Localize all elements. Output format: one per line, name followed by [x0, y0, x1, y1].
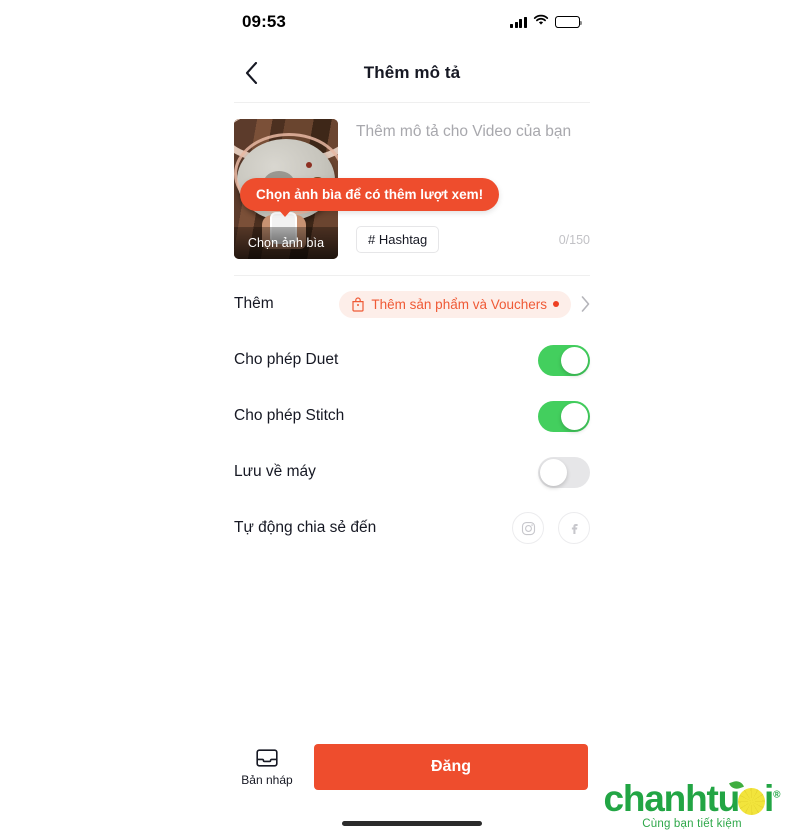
- status-bar: 09:53: [216, 0, 608, 44]
- status-bar-time: 09:53: [242, 12, 286, 31]
- row-label-save-device: Lưu về máy: [234, 463, 316, 480]
- page-title: Thêm mô tả: [363, 63, 461, 82]
- settings-rows: Thêm Thêm sản phẩm và Vouchers Cho phép …: [216, 276, 608, 556]
- toggle-allow-duet[interactable]: [538, 344, 590, 376]
- row-label-add: Thêm: [234, 295, 274, 312]
- toggle-knob: [540, 458, 567, 486]
- row-allow-duet: Cho phép Duet: [234, 332, 590, 388]
- lime-icon: [729, 779, 765, 815]
- back-button[interactable]: [234, 56, 268, 90]
- inbox-tray-icon: [256, 748, 278, 767]
- battery-icon: [555, 16, 582, 28]
- watermark-brand-part2: i: [764, 778, 774, 819]
- home-indicator: [342, 821, 482, 826]
- watermark-brand: chanhtu i®: [603, 778, 781, 819]
- row-allow-stitch: Cho phép Stitch: [234, 388, 590, 444]
- draft-label: Bản nháp: [241, 772, 293, 787]
- cover-tooltip[interactable]: Chọn ảnh bìa để có thêm lượt xem!: [240, 178, 500, 217]
- toggle-knob: [561, 346, 588, 374]
- watermark-registered: ®: [773, 789, 781, 801]
- auto-share-targets: [512, 512, 590, 544]
- phone-screen: 09:53 Thêm mô tả Chọn ảnh bìa Thêm mô tả…: [216, 0, 608, 836]
- instagram-share-button[interactable]: [512, 512, 544, 544]
- toggle-save-to-device[interactable]: [538, 456, 590, 488]
- character-counter: 0/150: [558, 232, 590, 247]
- cellular-signal-icon: [510, 16, 527, 28]
- row-right-add: Thêm sản phẩm và Vouchers: [339, 290, 590, 318]
- choose-cover-label: Chọn ảnh bìa: [234, 227, 338, 259]
- post-button[interactable]: Đăng: [314, 744, 588, 790]
- wifi-icon: [533, 13, 549, 31]
- nav-bar: Thêm mô tả: [216, 44, 608, 102]
- add-products-chevron[interactable]: [581, 296, 590, 312]
- facebook-icon: [571, 523, 578, 534]
- status-bar-indicators: [510, 13, 582, 31]
- toggle-allow-stitch[interactable]: [538, 400, 590, 432]
- instagram-icon: [521, 521, 535, 535]
- chevron-left-icon: [245, 62, 257, 84]
- row-label-duet: Cho phép Duet: [234, 351, 339, 368]
- draft-button[interactable]: Bản nháp: [236, 748, 298, 787]
- facebook-share-button[interactable]: [558, 512, 590, 544]
- row-save-to-device: Lưu về máy: [234, 444, 590, 500]
- row-auto-share: Tự động chia sẻ đến: [234, 500, 590, 556]
- compose-toolbar: # Hashtag 0/150: [356, 226, 590, 259]
- row-add-products[interactable]: Thêm Thêm sản phẩm và Vouchers: [234, 276, 590, 332]
- row-label-auto-share: Tự động chia sẻ đến: [234, 519, 377, 536]
- toggle-knob: [561, 402, 588, 430]
- hashtag-button[interactable]: # Hashtag: [356, 226, 440, 253]
- badge-dot: [553, 301, 559, 307]
- watermark-brand-part1: chanhtu: [603, 778, 741, 819]
- chevron-right-icon: [581, 296, 590, 312]
- chanhtuoi-watermark: chanhtu i® Cùng bạn tiết kiệm: [592, 778, 792, 830]
- bottom-action-bar: Bản nháp Đăng: [216, 744, 608, 790]
- row-label-stitch: Cho phép Stitch: [234, 407, 345, 424]
- add-products-vouchers-button[interactable]: Thêm sản phẩm và Vouchers: [339, 290, 571, 318]
- add-products-vouchers-label: Thêm sản phẩm và Vouchers: [371, 296, 547, 312]
- watermark-tagline: Cùng bạn tiết kiệm: [642, 818, 742, 830]
- shopping-bag-icon: [352, 296, 365, 312]
